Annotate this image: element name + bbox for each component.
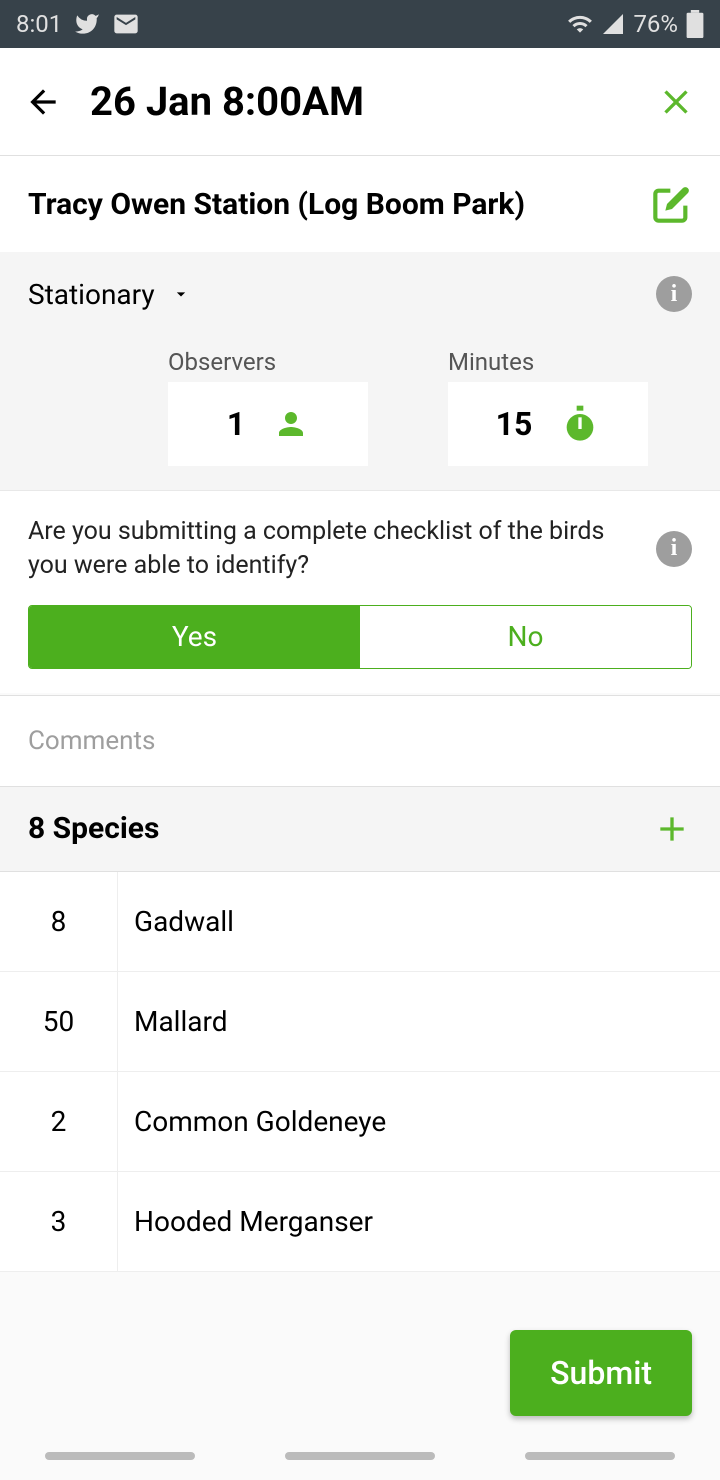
species-row[interactable]: 2 Common Goldeneye bbox=[0, 1072, 720, 1172]
close-icon[interactable] bbox=[656, 82, 696, 122]
page-title: 26 Jan 8:00AM bbox=[90, 78, 364, 125]
minutes-block[interactable]: Minutes 15 bbox=[448, 348, 648, 466]
back-arrow-icon[interactable] bbox=[24, 83, 62, 121]
observers-label: Observers bbox=[168, 348, 368, 376]
twitter-icon bbox=[74, 11, 100, 37]
location-name: Tracy Owen Station (Log Boom Park) bbox=[28, 187, 652, 222]
nav-recent[interactable] bbox=[45, 1452, 195, 1460]
observers-value: 1 bbox=[227, 405, 245, 443]
edit-icon[interactable] bbox=[652, 184, 692, 224]
species-row[interactable]: 50 Mallard bbox=[0, 972, 720, 1072]
species-count: 2 bbox=[0, 1072, 118, 1171]
nav-back[interactable] bbox=[525, 1452, 675, 1460]
yes-button[interactable]: Yes bbox=[29, 606, 360, 668]
mail-icon bbox=[112, 10, 140, 38]
nav-home[interactable] bbox=[285, 1452, 435, 1460]
protocol-dropdown[interactable]: Stationary bbox=[28, 278, 191, 311]
species-count: 8 bbox=[0, 872, 118, 971]
comments-field[interactable]: Comments bbox=[0, 695, 720, 787]
species-name: Common Goldeneye bbox=[118, 1105, 386, 1138]
info-icon[interactable]: i bbox=[656, 531, 692, 567]
android-nav-bar bbox=[0, 1432, 720, 1480]
checklist-question-text: Are you submitting a complete checklist … bbox=[28, 515, 636, 583]
person-icon bbox=[273, 406, 309, 442]
app-header: 26 Jan 8:00AM bbox=[0, 48, 720, 156]
info-icon[interactable]: i bbox=[656, 276, 692, 312]
protocol-type: Stationary bbox=[28, 278, 155, 311]
status-bar: 8:01 76% bbox=[0, 0, 720, 48]
signal-icon bbox=[601, 12, 625, 36]
minutes-label: Minutes bbox=[448, 348, 648, 376]
location-row: Tracy Owen Station (Log Boom Park) bbox=[0, 156, 720, 252]
species-list: 8 Gadwall 50 Mallard 2 Common Goldeneye … bbox=[0, 872, 720, 1272]
species-name: Mallard bbox=[118, 1005, 228, 1038]
protocol-section: Stationary i Observers 1 Minutes 15 bbox=[0, 252, 720, 490]
add-species-icon[interactable] bbox=[652, 809, 692, 849]
stopwatch-icon bbox=[560, 404, 600, 444]
checklist-question-section: Are you submitting a complete checklist … bbox=[0, 490, 720, 693]
species-row[interactable]: 3 Hooded Merganser bbox=[0, 1172, 720, 1272]
chevron-down-icon bbox=[171, 284, 191, 304]
minutes-value: 15 bbox=[496, 405, 533, 443]
species-header: 8 Species bbox=[0, 787, 720, 872]
no-button[interactable]: No bbox=[360, 606, 691, 668]
species-row[interactable]: 8 Gadwall bbox=[0, 872, 720, 972]
status-time: 8:01 bbox=[16, 10, 62, 38]
submit-button[interactable]: Submit bbox=[510, 1330, 692, 1416]
wifi-icon bbox=[567, 11, 593, 37]
battery-icon bbox=[686, 10, 704, 38]
species-count: 3 bbox=[0, 1172, 118, 1271]
status-battery-text: 76% bbox=[633, 10, 678, 38]
yes-no-toggle: Yes No bbox=[28, 605, 692, 669]
observers-block[interactable]: Observers 1 bbox=[168, 348, 368, 466]
species-name: Hooded Merganser bbox=[118, 1205, 373, 1238]
species-name: Gadwall bbox=[118, 905, 234, 938]
species-count-title: 8 Species bbox=[28, 811, 652, 846]
species-count: 50 bbox=[0, 972, 118, 1071]
